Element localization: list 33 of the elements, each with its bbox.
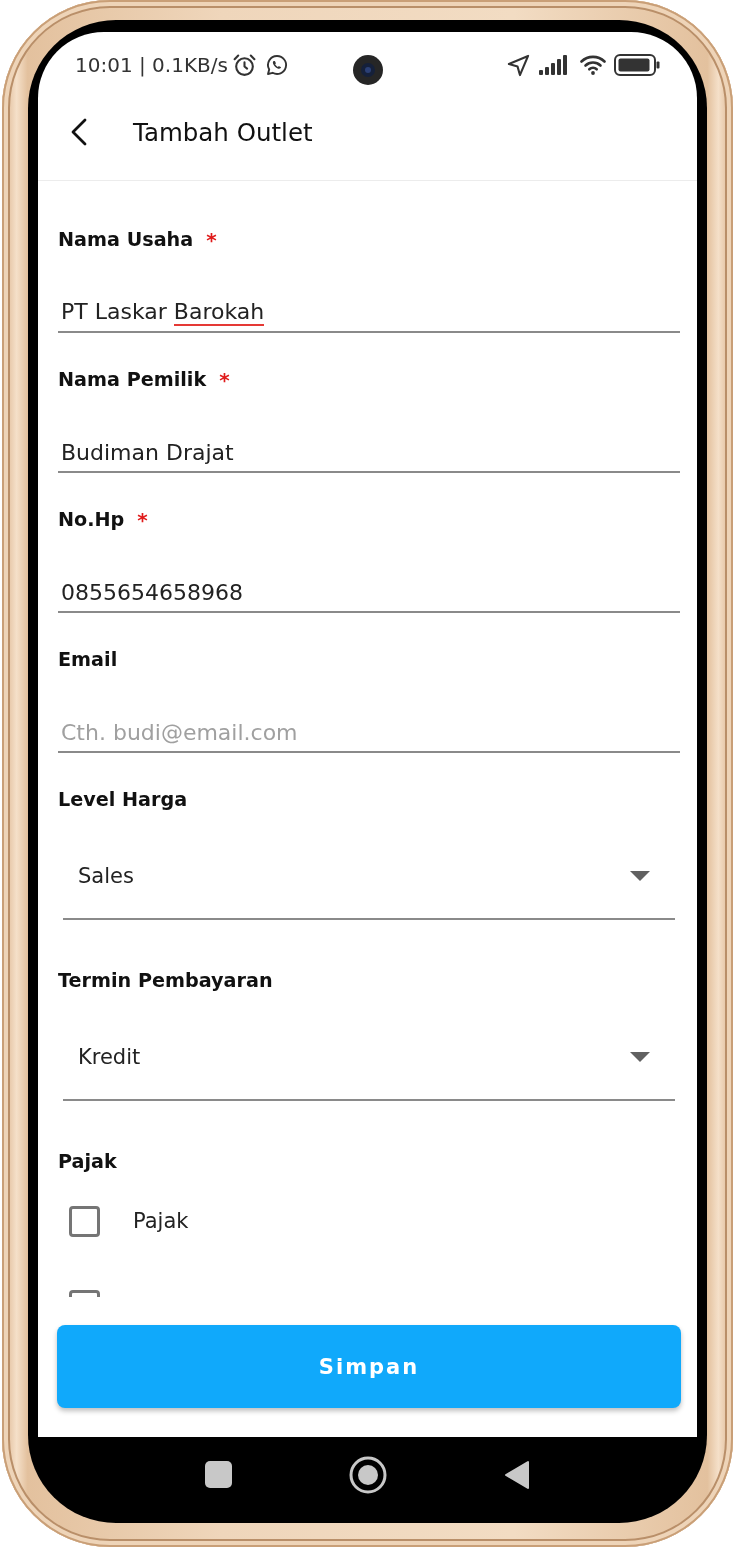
field-label: Email [58, 647, 118, 673]
circle-icon[interactable] [349, 1455, 387, 1494]
back-icon[interactable] [70, 118, 88, 146]
dropdown[interactable]: Kredit [63, 1022, 675, 1101]
screen-title: Tambah Outlet [133, 117, 313, 147]
status-time: 10:01 | 0.1KB/s [75, 53, 228, 77]
caret-icon [630, 871, 650, 881]
checkbox[interactable] [69, 1205, 100, 1237]
square-icon[interactable] [205, 1461, 232, 1488]
input-field[interactable]: Cth. budi@email.com [58, 700, 680, 753]
checkbox-label[interactable]: Pajak [133, 1209, 189, 1233]
chat-phone-icon [264, 53, 289, 77]
field-label: Nama Pemilik [58, 367, 207, 393]
dropdown[interactable]: Sales [63, 841, 675, 920]
input-field[interactable]: Budiman Drajat [58, 420, 680, 473]
field-label: Level Harga [58, 787, 188, 813]
field-label: No.Hp [58, 507, 125, 533]
caret-icon [630, 1052, 650, 1062]
required-asterisk: * [206, 227, 217, 254]
alarm-clock-icon [231, 52, 257, 78]
field-label: Termin Pembayaran [58, 968, 273, 994]
battery-icon [614, 54, 660, 76]
input-field[interactable]: 0855654658968 [58, 560, 680, 613]
signal-icon [539, 55, 568, 75]
camera-lens-icon [353, 55, 383, 85]
wifi-icon [580, 55, 606, 75]
required-asterisk: * [137, 507, 148, 534]
field-label: Nama Usaha [58, 227, 194, 253]
input-field[interactable]: PT Laskar Barokah [58, 280, 680, 333]
triangle-icon[interactable] [504, 1459, 530, 1490]
required-asterisk: * [219, 367, 230, 394]
field-label: Pajak [58, 1149, 117, 1175]
navigation-arrow-icon [507, 53, 530, 77]
